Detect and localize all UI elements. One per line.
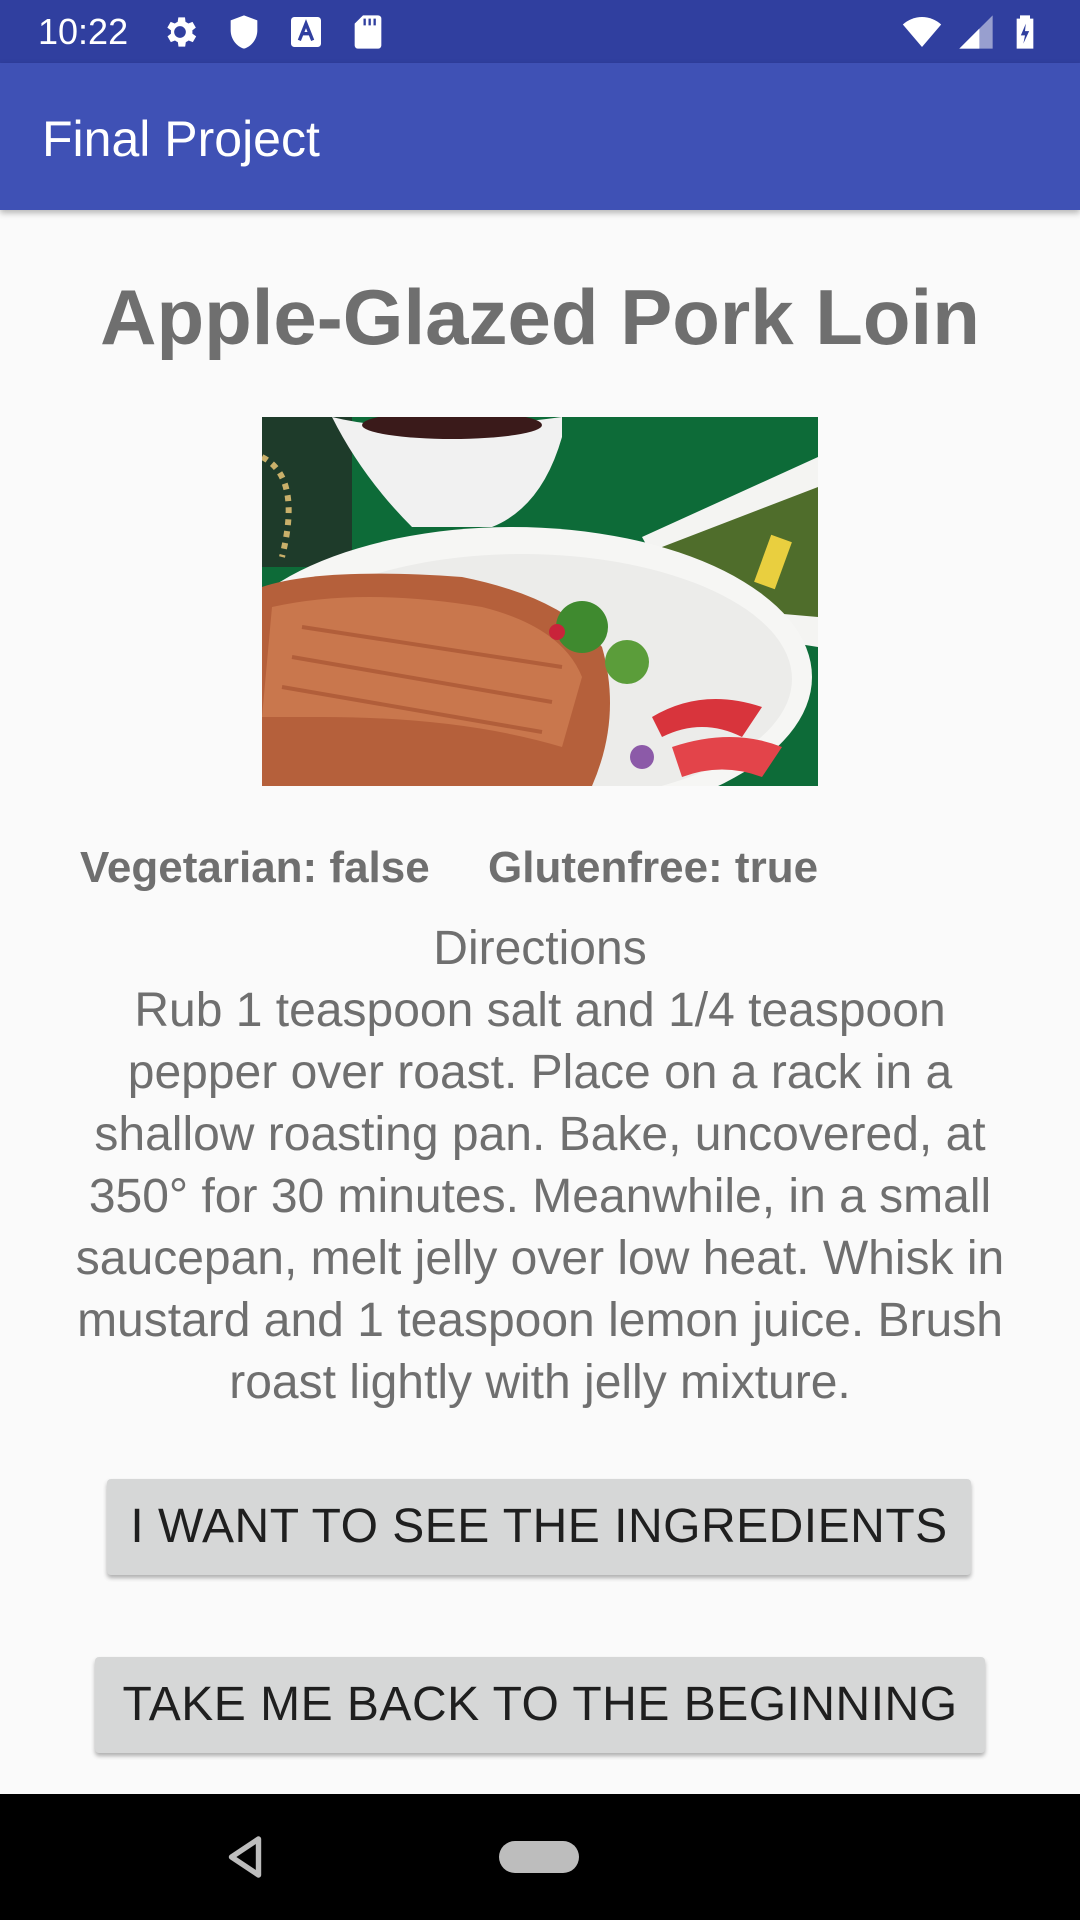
status-bar: 10:22 (0, 0, 1080, 63)
status-time: 10:22 (38, 11, 129, 52)
directions-scroll-area[interactable]: Directions Rub 1 teaspoon salt and 1/4 t… (60, 918, 1020, 1433)
directions-text: Rub 1 teaspoon salt and 1/4 teaspoon pep… (75, 984, 1005, 1409)
gear-icon (160, 12, 200, 52)
home-pill-icon[interactable] (499, 1841, 579, 1873)
glutenfree-label: Glutenfree: true (488, 843, 819, 892)
wifi-icon (898, 12, 948, 52)
vegetarian-label: Vegetarian: false (80, 843, 430, 892)
see-ingredients-button[interactable]: I WANT TO SEE THE INGREDIENTS (107, 1479, 971, 1575)
diet-flags: Vegetarian: false Glutenfree: true (0, 838, 1080, 898)
battery-charging-icon (1005, 12, 1045, 52)
sd-card-icon (348, 12, 388, 52)
pork-loin-photo (262, 417, 818, 786)
app-title: Final Project (42, 111, 320, 167)
screen: 10:22 Final Project Apple-Glazed Pork Lo… (0, 0, 1080, 1920)
back-icon[interactable] (218, 1830, 272, 1884)
app-bar: Final Project (0, 63, 1080, 210)
shield-icon (224, 12, 264, 52)
text-a-icon (286, 12, 326, 52)
recipe-title: Apple-Glazed Pork Loin (100, 273, 980, 361)
cell-signal-icon (956, 12, 996, 52)
back-to-beginning-button[interactable]: TAKE ME BACK TO THE BEGINNING (95, 1657, 985, 1753)
directions-heading: Directions (433, 922, 647, 975)
